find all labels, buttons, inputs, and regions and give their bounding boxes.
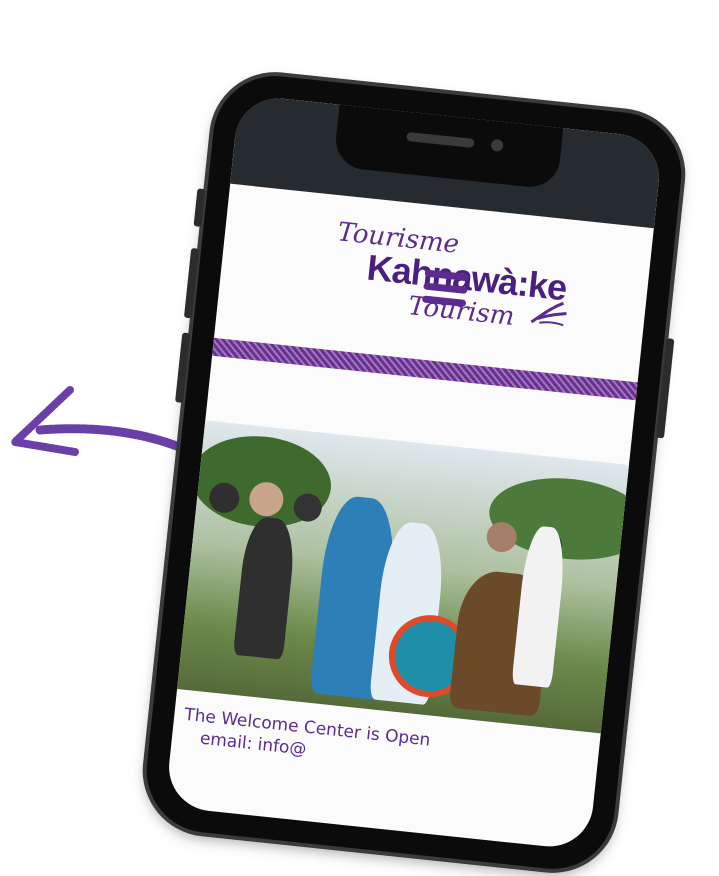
hamburger-menu-button[interactable] — [421, 269, 470, 310]
silent-switch — [193, 188, 206, 227]
hero-image — [169, 419, 635, 735]
feather-icon — [530, 301, 567, 327]
menu-bar — [421, 295, 467, 307]
phone-mockup: Tourisme Kahnawà:ke Tourism The Welcome … — [140, 70, 688, 875]
power-button — [655, 338, 675, 439]
menu-bar — [423, 282, 468, 295]
phone-screen: Tourisme Kahnawà:ke Tourism The Welcome … — [164, 94, 664, 851]
spectator-figure — [232, 515, 298, 660]
front-camera — [490, 138, 504, 152]
speaker-grille — [406, 131, 475, 148]
volume-up-button — [183, 247, 200, 319]
spectator-figure — [511, 524, 568, 689]
